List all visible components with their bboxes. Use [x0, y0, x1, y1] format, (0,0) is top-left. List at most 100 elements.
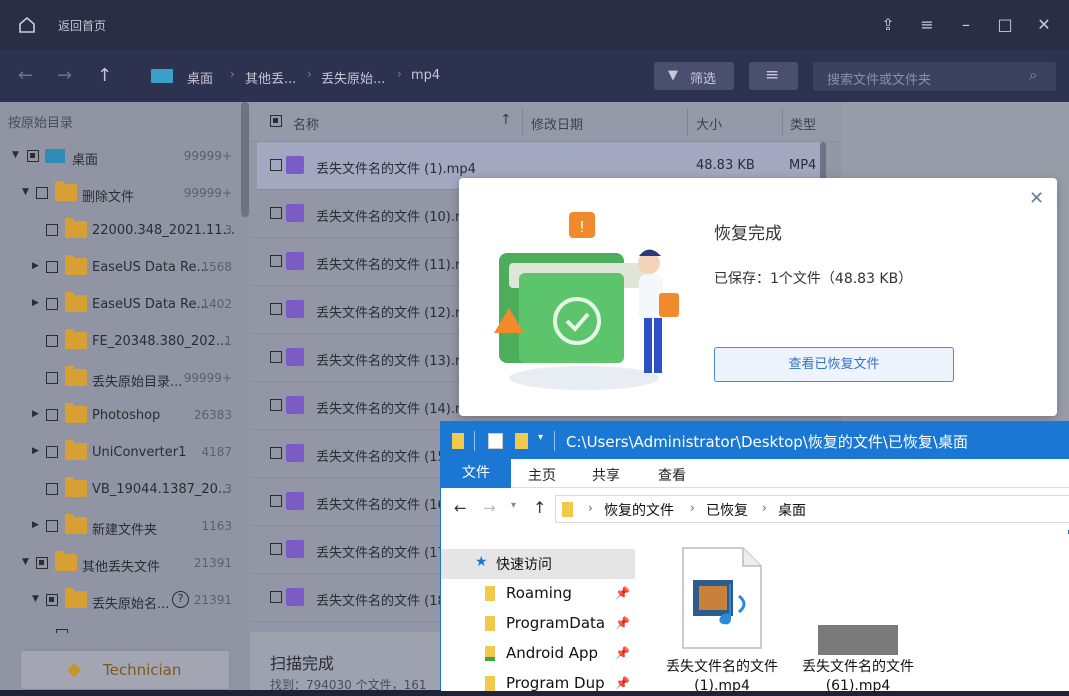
collapse-icon[interactable]: ▼ [22, 557, 29, 567]
checkbox[interactable] [46, 335, 58, 347]
tree-item-deleted[interactable]: ▼ 删除文件 99999+ [0, 175, 240, 212]
tab-view[interactable]: 查看 [658, 465, 686, 485]
checkbox[interactable] [46, 483, 58, 495]
breadcrumb-3[interactable]: mp4 [411, 68, 440, 83]
up-arrow-icon[interactable]: ↑ [533, 498, 546, 517]
new-folder-icon[interactable] [515, 433, 528, 449]
breadcrumb-2[interactable]: 丢失原始... [321, 68, 385, 87]
address-part-0[interactable]: 恢复的文件 [604, 500, 674, 520]
checkbox[interactable] [270, 543, 282, 555]
forward-arrow-icon[interactable]: → [483, 499, 496, 517]
checkbox[interactable] [46, 409, 58, 421]
expand-icon[interactable]: ▶ [32, 298, 39, 308]
nav-item-program-dup[interactable]: Program Dup 📌 [441, 669, 635, 691]
expand-icon[interactable]: ▶ [32, 446, 39, 456]
expand-icon[interactable]: ▶ [32, 520, 39, 530]
pin-icon[interactable]: 📌 [615, 676, 630, 690]
tree-item-desktop[interactable]: ▼ 桌面 99999+ [0, 138, 240, 175]
checkbox[interactable] [270, 591, 282, 603]
technician-button[interactable]: ◆ Technician [20, 650, 230, 690]
column-type[interactable]: 类型 [790, 114, 816, 133]
checkbox[interactable] [270, 495, 282, 507]
sidebar-scrollbar[interactable] [241, 102, 249, 217]
quick-access-dropdown-icon[interactable]: ▾ [538, 432, 543, 443]
video-file-icon[interactable] [681, 546, 763, 650]
pin-icon[interactable]: 📌 [615, 586, 630, 600]
checkbox[interactable] [46, 446, 58, 458]
checkbox[interactable] [46, 298, 58, 310]
forward-arrow-icon[interactable]: → [57, 65, 72, 86]
collapse-icon[interactable]: ▼ [22, 187, 29, 197]
close-dialog-icon[interactable]: ✕ [1029, 188, 1044, 209]
tree-item-lost-original[interactable]: ▼ 丢失原始名... ? 21391 [0, 582, 240, 619]
address-part-2[interactable]: 桌面 [778, 500, 806, 520]
back-home-link[interactable]: 返回首页 [58, 17, 106, 34]
menu-icon[interactable]: ≡ [916, 14, 938, 36]
help-icon[interactable]: ? [172, 591, 189, 608]
address-input[interactable]: › 恢复的文件 › 已恢复 › 桌面 [555, 495, 1069, 523]
collapse-icon[interactable]: ▼ [12, 150, 19, 160]
tree-item[interactable]: FE_20348.380_202... 1 [0, 323, 240, 360]
select-all-checkbox[interactable] [270, 115, 282, 127]
checkbox[interactable] [270, 351, 282, 363]
home-icon[interactable] [18, 16, 36, 34]
checkbox[interactable] [270, 303, 282, 315]
close-icon[interactable]: ✕ [1033, 14, 1055, 36]
properties-icon[interactable] [488, 433, 503, 449]
checkbox[interactable] [46, 594, 58, 606]
nav-item-roaming[interactable]: Roaming 📌 [441, 579, 635, 609]
checkbox[interactable] [46, 224, 58, 236]
tab-file[interactable]: 文件 [441, 459, 511, 488]
breadcrumb-1[interactable]: 其他丢... [245, 68, 296, 87]
pin-icon[interactable]: 📌 [615, 616, 630, 630]
expand-icon[interactable]: ▶ [32, 261, 39, 271]
view-recovered-files-button[interactable]: 查看已恢复文件 [714, 347, 954, 382]
sort-ascending-icon[interactable]: ↑ [500, 112, 512, 128]
recent-locations-icon[interactable]: ▾ [511, 500, 516, 511]
checkbox[interactable] [46, 261, 58, 273]
tree-item[interactable]: ▶ 新建文件夹 1163 [0, 508, 240, 545]
list-menu-button[interactable]: ≡ [749, 62, 798, 90]
filter-button[interactable]: ▼ 筛选 [654, 62, 734, 90]
file-label[interactable]: 丢失文件名的文件 (1).mp4 [662, 658, 782, 696]
nav-item-programdata[interactable]: ProgramData 📌 [441, 609, 635, 639]
expand-icon[interactable]: ▶ [32, 409, 39, 419]
checkbox[interactable] [270, 207, 282, 219]
tree-item-other-lost[interactable]: ▼ 其他丢失文件 21391 [0, 545, 240, 582]
checkbox[interactable] [36, 187, 48, 199]
search-icon[interactable]: ⌕ [1029, 66, 1037, 84]
file-thumbnail[interactable] [818, 625, 898, 655]
maximize-icon[interactable]: □ [994, 14, 1016, 36]
column-size[interactable]: 大小 [696, 114, 722, 133]
share-icon[interactable]: ⇪ [877, 14, 899, 36]
column-date[interactable]: 修改日期 [531, 114, 583, 133]
up-arrow-icon[interactable]: ↑ [97, 65, 112, 86]
tab-home[interactable]: 主页 [528, 465, 556, 485]
search-input[interactable]: 搜索文件或文件夹 ⌕ [813, 62, 1056, 91]
breadcrumb-0[interactable]: 桌面 [187, 68, 213, 87]
address-part-1[interactable]: 已恢复 [706, 500, 748, 520]
column-name[interactable]: 名称 [293, 114, 319, 133]
checkbox[interactable] [270, 399, 282, 411]
checkbox[interactable] [36, 557, 48, 569]
checkbox[interactable] [270, 447, 282, 459]
tree-item[interactable]: 丢失原始目录... 99999+ [0, 360, 240, 397]
tree-item[interactable]: ▶ EaseUS Data Re... 1568 [0, 249, 240, 286]
checkbox[interactable] [46, 520, 58, 532]
back-arrow-icon[interactable]: ← [18, 65, 33, 86]
checkbox[interactable] [46, 372, 58, 384]
checkbox[interactable] [270, 255, 282, 267]
tree-item[interactable]: 22000.348_2021.11... 3 [0, 212, 240, 249]
tree-item[interactable]: ▶ EaseUS Data Re... 1402 [0, 286, 240, 323]
tree-item[interactable] [0, 619, 240, 633]
checkbox[interactable] [27, 150, 39, 162]
nav-item-quick-access[interactable]: ★ 快速访问 [441, 549, 635, 579]
tree-item[interactable]: ▶ Photoshop 26383 [0, 397, 240, 434]
nav-item-android-app[interactable]: Android App 📌 [441, 639, 635, 669]
file-label[interactable]: 丢失文件名的文件 (61).mp4 [798, 658, 918, 696]
tree-item[interactable]: ▶ UniConverter1 4187 [0, 434, 240, 471]
tree-item[interactable]: VB_19044.1387_20... 3 [0, 471, 240, 508]
checkbox[interactable] [270, 159, 282, 171]
pin-icon[interactable]: 📌 [615, 646, 630, 660]
minimize-icon[interactable]: – [955, 14, 977, 36]
